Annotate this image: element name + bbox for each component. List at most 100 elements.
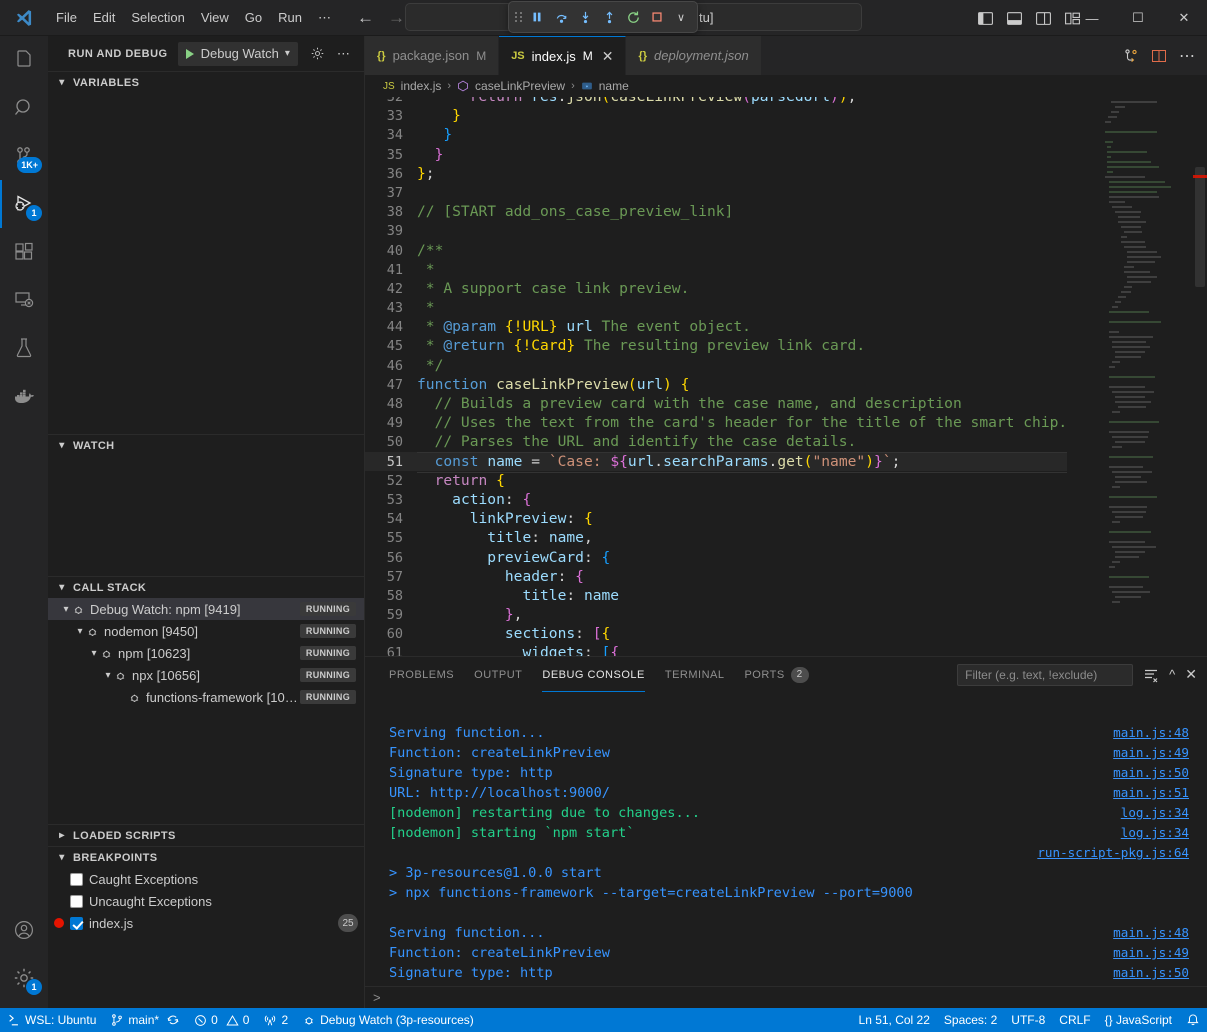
- code-line-current[interactable]: 51 const name = `Case: ${url.searchParam…: [365, 452, 1067, 471]
- debug-console-output[interactable]: Serving function...main.js:48 Function: …: [365, 703, 1207, 986]
- callstack-row[interactable]: functions-framework [106… RUNNING: [48, 686, 364, 708]
- menu-file[interactable]: File: [48, 6, 85, 29]
- code-line[interactable]: 50 // Parses the URL and identify the ca…: [365, 432, 1067, 451]
- chevron-down-icon[interactable]: ▾: [102, 670, 114, 681]
- maximize-panel-icon[interactable]: ^: [1169, 667, 1175, 682]
- activity-bar[interactable]: 1K+ 1 1: [0, 36, 48, 1008]
- console-source[interactable]: run-script-pkg.js:64: [1037, 843, 1189, 863]
- sync-icon[interactable]: [166, 1013, 180, 1027]
- panel-tab-terminal[interactable]: TERMINAL: [655, 657, 735, 692]
- split-editor-icon[interactable]: [1151, 48, 1167, 64]
- menu-selection[interactable]: Selection: [123, 6, 192, 29]
- chevron-down-icon[interactable]: ▾: [60, 604, 72, 615]
- code-lines[interactable]: 32 return res.json(caseLinkPreview(parse…: [365, 97, 1067, 662]
- navigation-arrows[interactable]: ← →: [357, 9, 405, 26]
- panel-tab-bar[interactable]: PROBLEMS OUTPUT DEBUG CONSOLE TERMINAL P…: [365, 657, 1207, 692]
- activitybar-item-testing[interactable]: [0, 324, 48, 372]
- console-source[interactable]: main.js:49: [1113, 943, 1189, 963]
- code-line[interactable]: 59 },: [365, 605, 1067, 624]
- close-icon[interactable]: ✕: [602, 48, 614, 65]
- code-line[interactable]: 37: [365, 183, 1067, 202]
- status-remote-indicator[interactable]: WSL: Ubuntu: [0, 1008, 103, 1032]
- code-editor[interactable]: 32 return res.json(caseLinkPreview(parse…: [365, 97, 1207, 662]
- step-out-button[interactable]: [599, 6, 619, 28]
- console-source[interactable]: main.js:48: [1113, 923, 1189, 943]
- breadcrumb-item-file[interactable]: index.js: [401, 79, 442, 93]
- drag-handle-icon[interactable]: [515, 12, 523, 22]
- go-back-icon[interactable]: ←: [357, 9, 374, 26]
- code-line[interactable]: 52 return {: [365, 471, 1067, 490]
- panel-tab-problems[interactable]: PROBLEMS: [379, 657, 464, 692]
- breadcrumb-item-function[interactable]: caseLinkPreview: [475, 79, 565, 93]
- chevron-down-icon[interactable]: ▾: [74, 626, 86, 637]
- menu-view[interactable]: View: [193, 6, 237, 29]
- code-line[interactable]: 49 // Uses the text from the card's head…: [365, 413, 1067, 432]
- menu-edit[interactable]: Edit: [85, 6, 123, 29]
- editor-scrollbar[interactable]: [1193, 97, 1207, 662]
- window-controls[interactable]: — ☐ ✕: [1069, 0, 1207, 36]
- debug-toolbar-dropdown[interactable]: ∨: [671, 6, 691, 28]
- code-line[interactable]: 55 title: name,: [365, 528, 1067, 547]
- code-line[interactable]: 39: [365, 221, 1067, 240]
- step-into-button[interactable]: [575, 6, 595, 28]
- restart-button[interactable]: [623, 6, 643, 28]
- status-cursor-position[interactable]: Ln 51, Col 22: [852, 1008, 937, 1032]
- code-line[interactable]: 43 *: [365, 298, 1067, 317]
- editor-tab-deployment-json[interactable]: {} deployment.json: [626, 36, 761, 75]
- close-button[interactable]: ✕: [1161, 0, 1207, 36]
- section-header-variables[interactable]: ▾ VARIABLES: [48, 71, 364, 93]
- chevron-down-icon[interactable]: ▾: [285, 48, 296, 59]
- toggle-panel-icon[interactable]: [1006, 10, 1023, 27]
- code-line[interactable]: 54 linkPreview: {: [365, 509, 1067, 528]
- code-line[interactable]: 58 title: name: [365, 586, 1067, 605]
- editor-tab-bar[interactable]: {} package.json M JS index.js M ✕ {} dep…: [365, 36, 1207, 75]
- menu-go[interactable]: Go: [237, 6, 270, 29]
- activitybar-item-accounts[interactable]: [0, 906, 48, 954]
- callstack-row[interactable]: ▾ npm [10623] RUNNING: [48, 642, 364, 664]
- breakpoint-row-caught-exceptions[interactable]: Caught Exceptions: [48, 868, 364, 890]
- callstack-row[interactable]: ▾ npx [10656] RUNNING: [48, 664, 364, 686]
- console-source[interactable]: main.js:50: [1113, 763, 1189, 783]
- status-bar-right[interactable]: Ln 51, Col 22 Spaces: 2 UTF-8 CRLF {} Ja…: [852, 1008, 1207, 1032]
- code-line[interactable]: 47function caseLinkPreview(url) {: [365, 375, 1067, 394]
- section-header-watch[interactable]: ▾ WATCH: [48, 434, 364, 456]
- start-debugging-icon[interactable]: [186, 49, 194, 59]
- code-line[interactable]: 45 * @return {!Card} The resulting previ…: [365, 336, 1067, 355]
- callstack-row[interactable]: ▾ nodemon [9450] RUNNING: [48, 620, 364, 642]
- console-source[interactable]: main.js:48: [1113, 723, 1189, 743]
- activitybar-item-run-and-debug[interactable]: 1: [0, 180, 48, 228]
- status-encoding[interactable]: UTF-8: [1004, 1008, 1052, 1032]
- code-line[interactable]: 38// [START add_ons_case_preview_link]: [365, 202, 1067, 221]
- activitybar-item-docker[interactable]: [0, 372, 48, 420]
- code-line[interactable]: 36};: [365, 164, 1067, 183]
- code-line[interactable]: 57 header: {: [365, 567, 1067, 586]
- code-line[interactable]: 32 return res.json(caseLinkPreview(parse…: [365, 97, 1067, 106]
- console-filter-input[interactable]: Filter (e.g. text, !exclude): [957, 664, 1133, 686]
- launch-configuration-selector[interactable]: Debug Watch ▾: [178, 42, 298, 66]
- editor-tab-package-json[interactable]: {} package.json M: [365, 36, 499, 75]
- stop-button[interactable]: [647, 6, 667, 28]
- minimize-button[interactable]: —: [1069, 0, 1115, 36]
- minimap[interactable]: [1101, 97, 1193, 662]
- status-debug-session[interactable]: Debug Watch (3p-resources): [295, 1008, 481, 1032]
- breadcrumb[interactable]: JS index.js › caseLinkPreview › ✶ name: [365, 75, 1207, 97]
- console-source[interactable]: main.js:51: [1113, 783, 1189, 803]
- breakpoint-row-index-js[interactable]: index.js 25: [48, 912, 364, 934]
- checkbox[interactable]: [70, 917, 83, 930]
- pause-button[interactable]: [527, 6, 547, 28]
- activitybar-item-remote-explorer[interactable]: [0, 276, 48, 324]
- activitybar-item-search[interactable]: [0, 84, 48, 132]
- console-source[interactable]: main.js:49: [1113, 743, 1189, 763]
- panel-actions[interactable]: Filter (e.g. text, !exclude) ^ ✕: [957, 664, 1207, 686]
- layout-controls[interactable]: [977, 0, 1081, 36]
- code-line[interactable]: 46 */: [365, 356, 1067, 375]
- console-source[interactable]: log.js:34: [1121, 823, 1189, 843]
- code-line[interactable]: 40/**: [365, 241, 1067, 260]
- activitybar-item-explorer[interactable]: [0, 36, 48, 84]
- chevron-down-icon[interactable]: ▾: [88, 648, 100, 659]
- debug-console-input[interactable]: >: [365, 986, 1207, 1008]
- breadcrumb-item-symbol[interactable]: name: [599, 79, 629, 93]
- menu-bar[interactable]: File Edit Selection View Go Run ⋯: [48, 6, 339, 30]
- close-panel-icon[interactable]: ✕: [1185, 666, 1197, 683]
- code-line[interactable]: 53 action: {: [365, 490, 1067, 509]
